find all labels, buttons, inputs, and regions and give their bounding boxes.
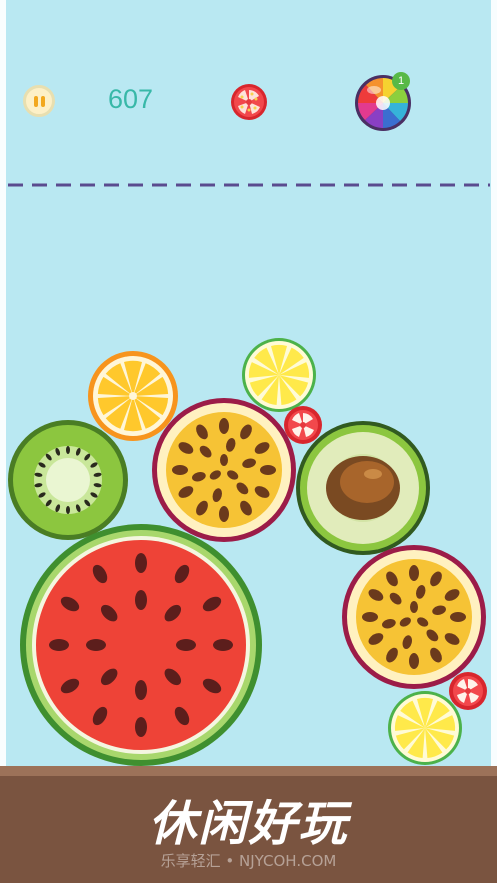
passion-fruit — [152, 398, 296, 542]
banner-title: 休闲好玩 — [148, 796, 349, 852]
tomato — [449, 672, 487, 710]
lemon-slice — [242, 338, 316, 412]
ground-edge — [0, 766, 497, 776]
passion-fruit — [342, 545, 486, 689]
play-area[interactable] — [0, 0, 497, 780]
lemon-slice — [388, 691, 462, 765]
kiwi-slice — [8, 420, 128, 540]
orange-slice — [88, 351, 178, 441]
tomato — [284, 406, 322, 444]
watermark: 乐享轻汇 • NJYCOH.COM — [160, 852, 337, 870]
avocado — [296, 421, 430, 555]
watermelon-slice — [20, 524, 262, 766]
